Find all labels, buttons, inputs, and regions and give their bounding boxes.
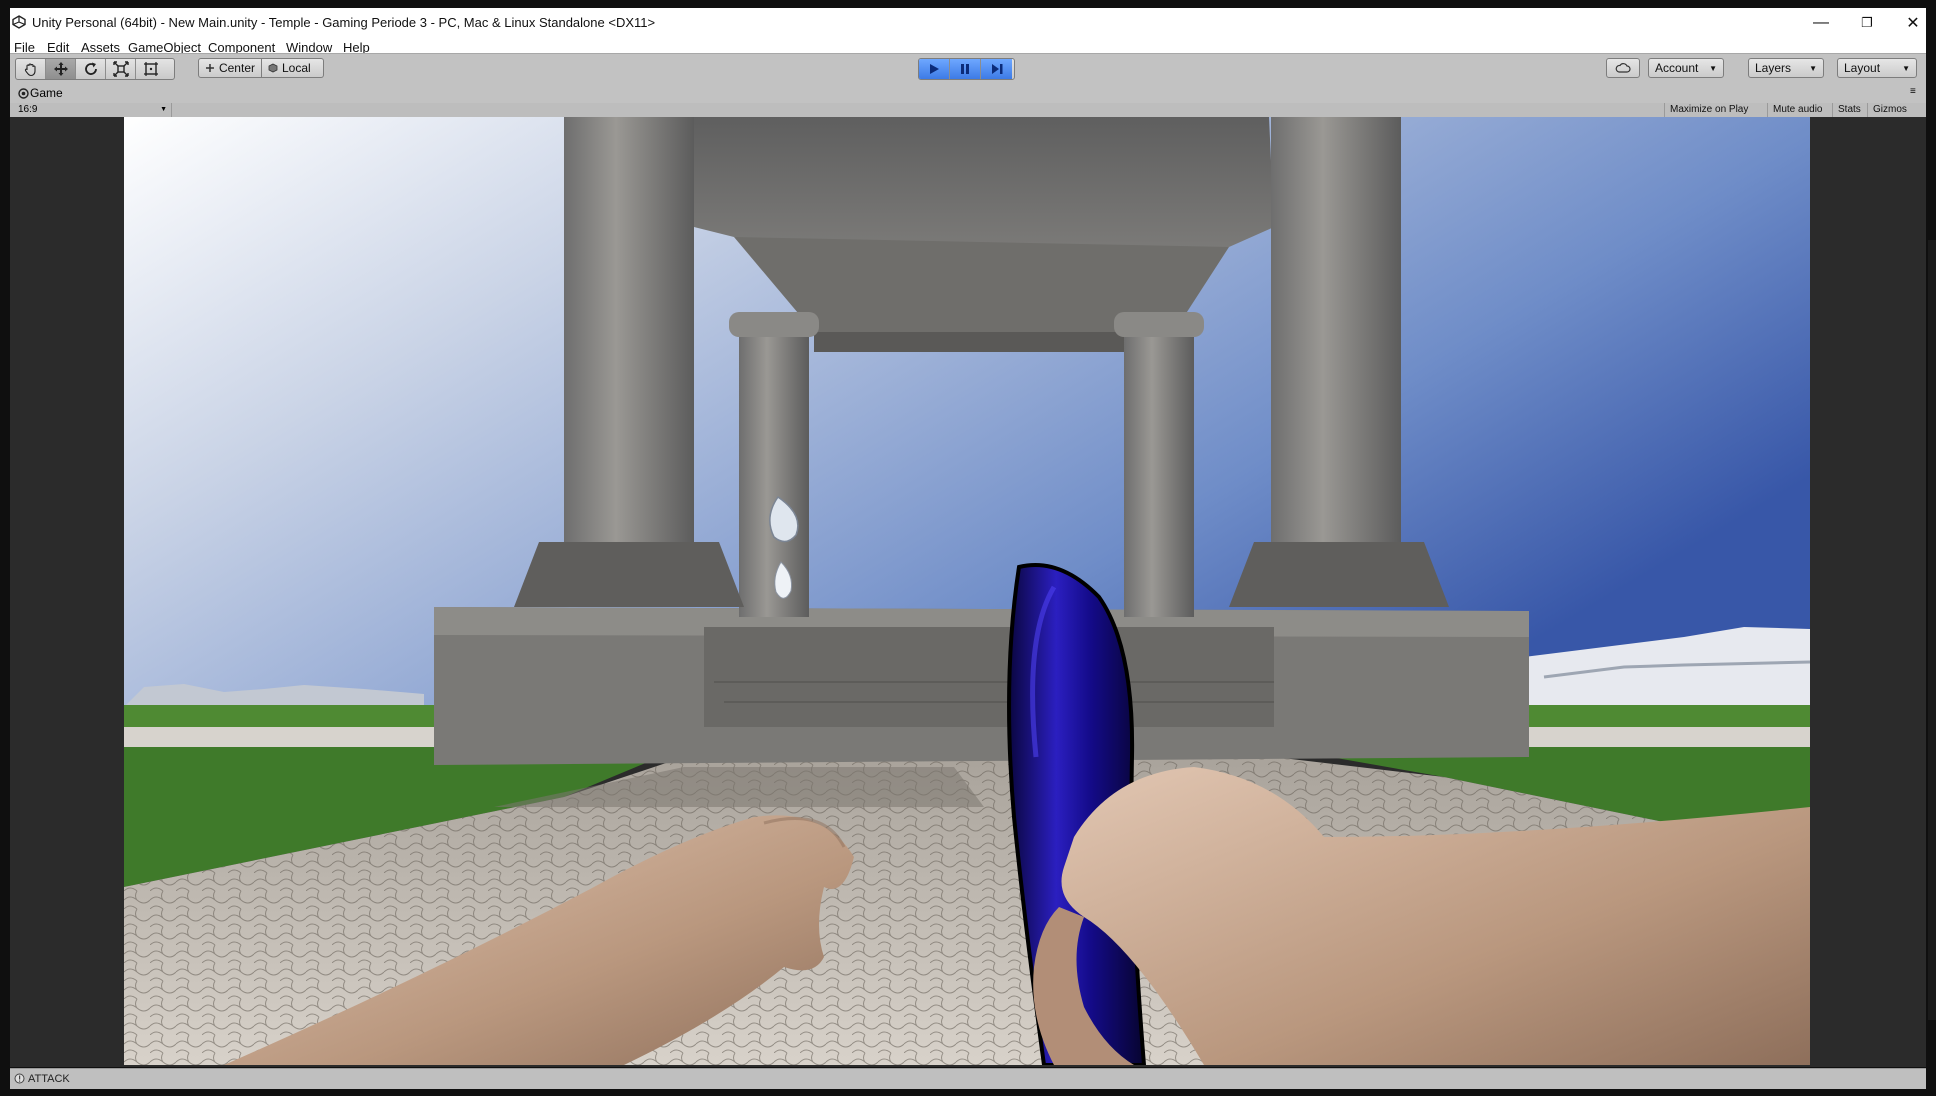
chevron-down-icon: ▼	[160, 106, 167, 113]
edge-strip	[1928, 240, 1936, 1020]
close-icon: ✕	[1906, 15, 1920, 32]
stats-toggle[interactable]: Stats	[1832, 103, 1866, 117]
status-bar: ATTACK	[10, 1068, 1926, 1089]
layers-dropdown[interactable]: Layers ▼	[1748, 58, 1824, 78]
space-label: Local	[282, 61, 311, 75]
game-tab-header: Game ≡	[10, 85, 1926, 103]
layers-label: Layers	[1755, 61, 1792, 75]
unity-logo-icon	[12, 15, 26, 29]
move-arrows-icon	[53, 62, 68, 76]
minimize-button[interactable]: —	[1798, 8, 1844, 38]
info-icon	[14, 1073, 25, 1084]
rotate-tool-button[interactable]	[76, 59, 106, 79]
pivot-label: Center	[218, 61, 255, 75]
game-view-icon	[18, 88, 29, 99]
transform-tools	[15, 58, 175, 80]
panel-menu-icon[interactable]: ≡	[1910, 86, 1916, 97]
playback-controls	[918, 58, 1015, 80]
rotate-icon	[84, 62, 97, 75]
chevron-down-icon: ▼	[1902, 63, 1910, 73]
aspect-ratio-dropdown[interactable]: 16:9 ▼	[10, 103, 172, 117]
pause-icon	[961, 64, 969, 74]
minimize-icon: —	[1813, 14, 1829, 31]
chevron-down-icon: ▼	[1709, 63, 1717, 73]
rect-tool-button[interactable]	[136, 59, 166, 79]
status-message: ATTACK	[28, 1073, 70, 1085]
pause-button[interactable]	[950, 59, 981, 79]
play-icon	[930, 64, 939, 74]
collab-cloud-button[interactable]	[1606, 58, 1640, 78]
gizmos-dropdown[interactable]: Gizmos	[1867, 103, 1912, 117]
account-dropdown[interactable]: Account ▼	[1648, 58, 1724, 78]
move-tool-button[interactable]	[46, 59, 76, 79]
account-label: Account	[1655, 61, 1699, 75]
maximize-on-play-toggle[interactable]: Maximize on Play	[1664, 103, 1753, 117]
local-cube-icon	[268, 63, 278, 73]
game-viewport[interactable]	[124, 117, 1810, 1065]
layout-dropdown[interactable]: Layout ▼	[1837, 58, 1917, 78]
scale-icon	[112, 61, 129, 77]
pivot-icon	[205, 64, 214, 72]
game-scene	[124, 117, 1810, 1065]
aspect-label: 16:9	[18, 104, 38, 115]
hand-icon	[24, 63, 36, 77]
pivot-center-button[interactable]: Center	[198, 58, 262, 78]
scale-tool-button[interactable]	[106, 59, 136, 79]
restore-button[interactable]: ❐	[1844, 8, 1890, 38]
hand-tool-button[interactable]	[16, 59, 46, 79]
tab-game[interactable]: Game	[30, 86, 63, 100]
rect-tool-icon	[144, 62, 158, 76]
cloud-icon	[1615, 63, 1631, 73]
chevron-down-icon: ▼	[1809, 63, 1817, 73]
game-view-toolbar: 16:9 ▼ Maximize on Play Mute audio Stats…	[10, 103, 1926, 118]
title-bar: Unity Personal (64bit) - New Main.unity …	[10, 8, 1926, 38]
restore-icon: ❐	[1861, 15, 1873, 30]
mute-audio-toggle[interactable]: Mute audio	[1767, 103, 1827, 117]
step-icon	[991, 64, 1002, 74]
window-title: Unity Personal (64bit) - New Main.unity …	[32, 15, 656, 30]
toolbar: Center Local Account ▼ Layers ▼ Layout ▼	[10, 53, 1926, 88]
layout-label: Layout	[1844, 61, 1881, 75]
pivot-local-button[interactable]: Local	[262, 58, 324, 78]
close-button[interactable]: ✕	[1890, 8, 1936, 38]
step-button[interactable]	[981, 59, 1012, 79]
play-button[interactable]	[919, 59, 950, 79]
